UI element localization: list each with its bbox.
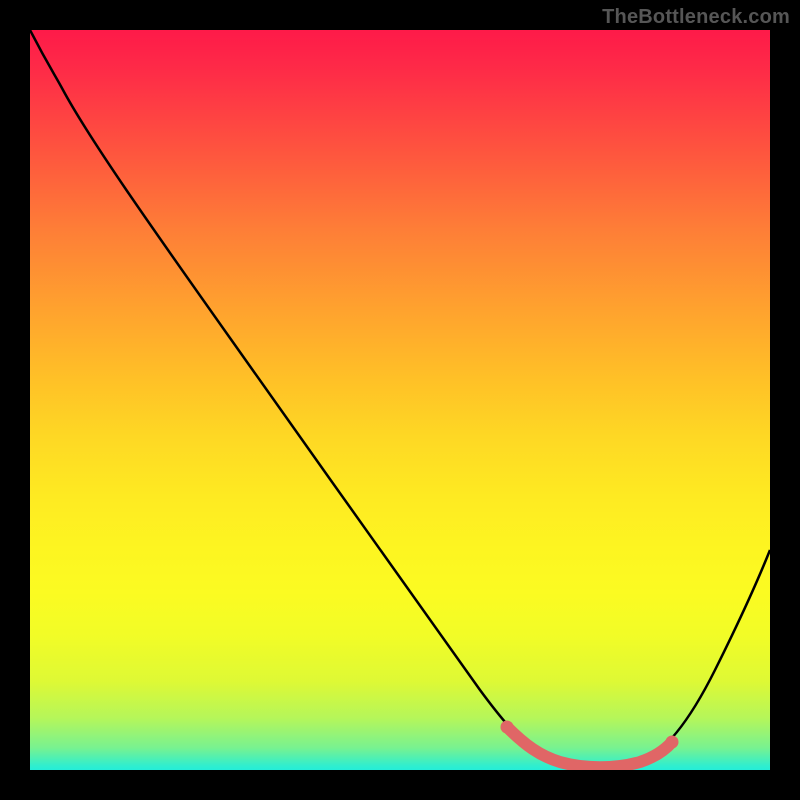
curve-svg [30, 30, 770, 770]
highlight-end-dot [666, 736, 679, 749]
highlight-start-dot [501, 721, 514, 734]
plot-area [30, 30, 770, 770]
watermark-text: TheBottleneck.com [602, 6, 790, 29]
chart-container: TheBottleneck.com [0, 0, 800, 800]
optimal-range-highlight [507, 727, 672, 767]
bottleneck-curve [30, 30, 770, 768]
